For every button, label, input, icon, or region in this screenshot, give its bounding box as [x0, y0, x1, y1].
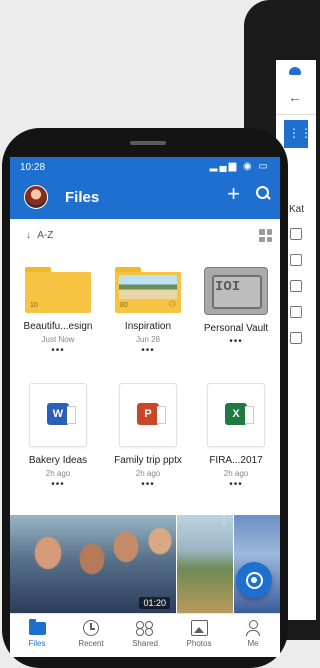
more-icon[interactable]: ••• — [196, 337, 276, 347]
shared-icon: ⚇ — [168, 300, 176, 309]
status-icons: ▂▄▆ ◉ ▭ — [209, 161, 270, 172]
folder-icon: 10 — [25, 267, 91, 313]
app-bar: 10:28 ▂▄▆ ◉ ▭ Files + — [10, 157, 280, 219]
photo-thumbnail[interactable]: ⋮ — [177, 515, 233, 613]
page-title: Files — [65, 189, 100, 206]
file-date: 2h ago — [135, 469, 161, 478]
sidebar-icon — [290, 228, 302, 240]
phone-screen: 10:28 ▂▄▆ ◉ ▭ Files + ↓ A-Z 10 Beautifu.… — [10, 157, 280, 657]
add-icon[interactable]: + — [227, 183, 240, 205]
item-count: 10 — [30, 302, 38, 309]
excel-icon: X — [207, 383, 265, 447]
sidebar-icon — [290, 254, 302, 266]
file-date: 2h ago — [223, 469, 249, 478]
sidebar-icon — [290, 280, 302, 292]
file-name: Family trip pptx — [114, 455, 182, 466]
powerpoint-icon: P — [119, 383, 177, 447]
video-duration: 01:20 — [139, 597, 170, 609]
nav-files[interactable]: Files — [10, 618, 64, 648]
image-icon — [190, 620, 208, 636]
bottom-navigation: Files Recent Shared Photos Me — [10, 613, 280, 657]
more-icon[interactable]: ••• — [18, 480, 98, 490]
file-tile[interactable]: IOI Personal Vault ••• — [196, 267, 276, 347]
phone-speaker — [130, 141, 166, 145]
camera-scan-button[interactable] — [236, 562, 272, 598]
sort-control[interactable]: ↓ A-Z — [26, 230, 53, 241]
person-icon — [246, 620, 260, 636]
cloud-icon — [289, 67, 301, 75]
more-icon[interactable]: ••• — [108, 480, 188, 490]
search-icon[interactable] — [256, 186, 271, 200]
file-date: Just Now — [41, 335, 75, 344]
grid-icon: ⋮⋮ — [288, 126, 312, 140]
vault-label: IOI — [215, 279, 241, 295]
avatar[interactable] — [24, 185, 48, 209]
file-tile[interactable]: X FIRA...2017 2h ago ••• — [196, 383, 276, 490]
clock-icon — [83, 620, 99, 636]
nav-photos[interactable]: Photos — [172, 618, 226, 648]
file-name: Personal Vault — [203, 323, 269, 334]
photo-folder-icon: 80 ⚇ — [115, 267, 181, 313]
status-time: 10:28 — [20, 162, 46, 173]
file-tile[interactable]: 10 Beautifu...esign Just Now ••• — [18, 267, 98, 356]
file-date: Jun 28 — [135, 335, 161, 344]
sidebar-icon — [290, 306, 302, 318]
file-name: FIRA...2017 — [209, 455, 263, 466]
file-tile[interactable]: W Bakery Ideas 2h ago ••• — [18, 383, 98, 490]
file-tile[interactable]: P Family trip pptx 2h ago ••• — [108, 383, 188, 490]
more-icon[interactable]: ••• — [196, 480, 276, 490]
sort-arrow-icon: ↓ — [26, 230, 31, 241]
more-icon[interactable]: ••• — [18, 346, 98, 356]
more-icon[interactable]: ••• — [108, 346, 188, 356]
nav-recent[interactable]: Recent — [64, 618, 118, 648]
nav-me[interactable]: Me — [226, 618, 280, 648]
folder-icon — [28, 618, 46, 635]
people-icon — [136, 621, 154, 636]
item-count: 80 — [120, 302, 128, 309]
file-name: Inspiration — [124, 321, 172, 332]
background-sidebar-icons — [290, 228, 304, 358]
back-arrow-icon: ← — [288, 89, 302, 105]
more-vertical-icon[interactable]: ⋮ — [219, 516, 229, 526]
file-date: 2h ago — [45, 469, 71, 478]
file-name: Bakery Ideas — [28, 455, 88, 466]
word-icon: W — [29, 383, 87, 447]
background-side-label: Kat — [289, 204, 305, 215]
sidebar-icon — [290, 332, 302, 344]
photo-strip: 01:20 ⋮ — [10, 515, 280, 613]
sort-label: A-Z — [37, 230, 54, 241]
vault-icon: IOI — [204, 267, 268, 315]
video-thumbnail[interactable]: 01:20 — [10, 515, 176, 613]
grid-view-icon[interactable] — [259, 229, 272, 242]
file-name: Beautifu...esign — [23, 321, 93, 332]
nav-shared[interactable]: Shared — [118, 618, 172, 648]
file-tile[interactable]: 80 ⚇ Inspiration Jun 28 ••• — [108, 267, 188, 356]
